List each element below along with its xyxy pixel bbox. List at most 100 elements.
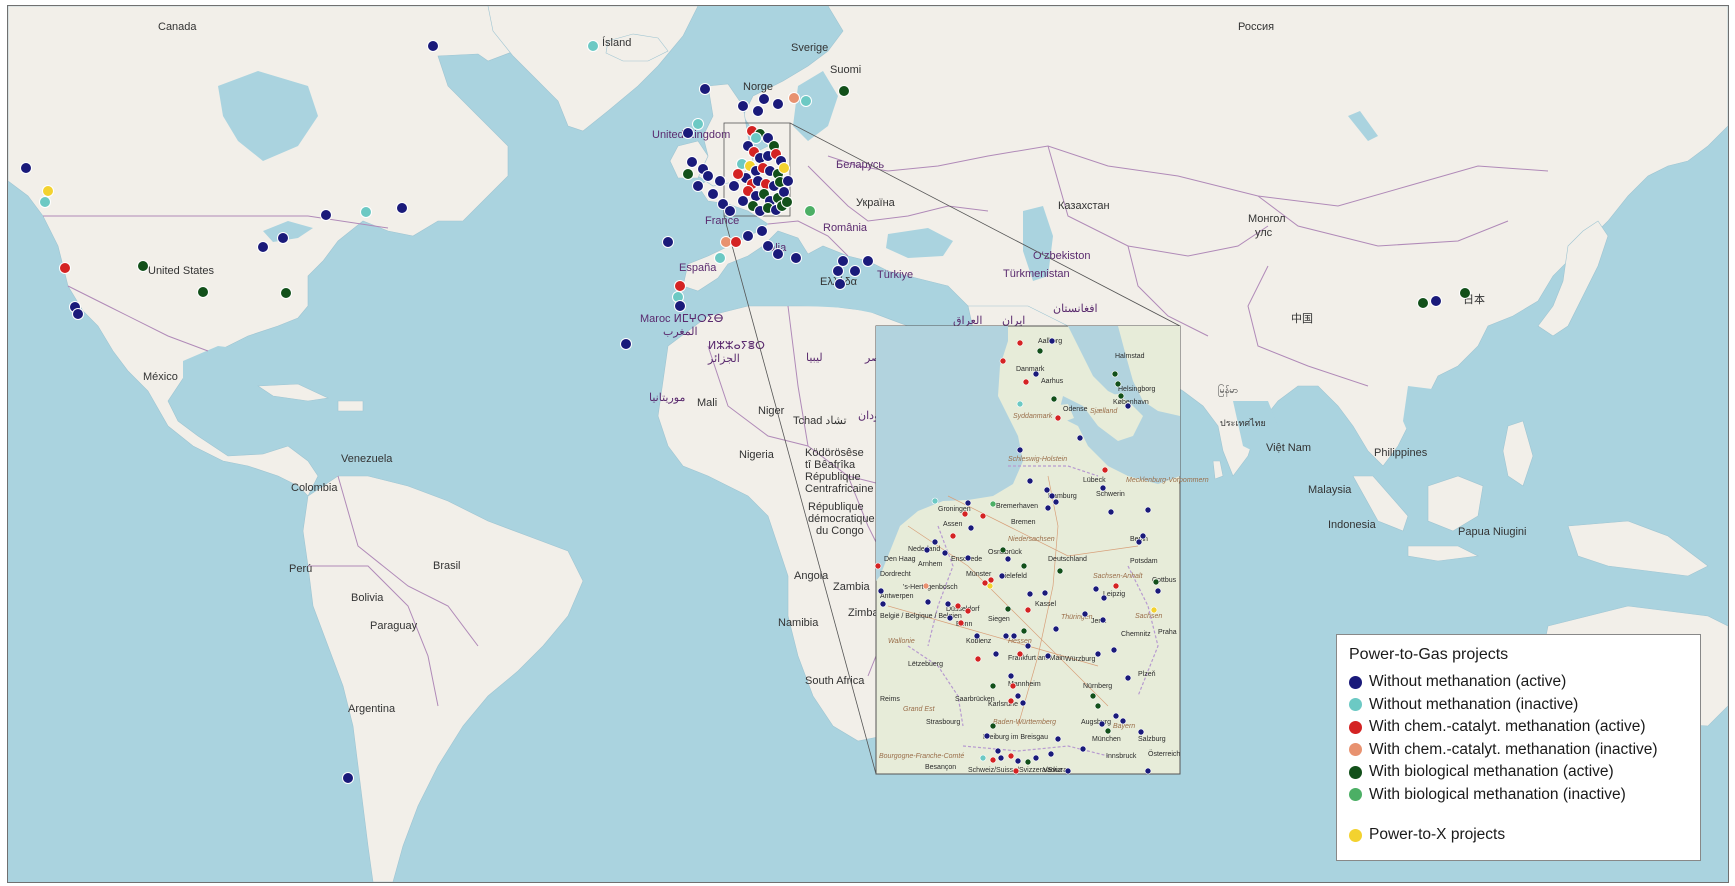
inset-marker-wm-active[interactable] <box>1010 632 1018 640</box>
inset-marker-wm-active[interactable] <box>1032 754 1040 762</box>
inset-marker-wm-active[interactable] <box>1052 625 1060 633</box>
inset-marker-wm-active[interactable] <box>1026 590 1034 598</box>
world-marker-wm-active[interactable] <box>692 180 704 192</box>
world-marker-wm-active[interactable] <box>762 240 774 252</box>
inset-marker-wm-active[interactable] <box>1004 555 1012 563</box>
inset-marker-cc-active[interactable] <box>1022 378 1030 386</box>
inset-marker-bio-active[interactable] <box>1020 627 1028 635</box>
inset-marker-bio-active[interactable] <box>1094 702 1102 710</box>
world-marker-wm-active[interactable] <box>772 248 784 260</box>
inset-marker-bio-active[interactable] <box>1114 380 1122 388</box>
world-marker-cc-active[interactable] <box>59 262 71 274</box>
inset-marker-bio-active[interactable] <box>999 546 1007 554</box>
world-marker-ptx[interactable] <box>778 162 790 174</box>
world-marker-wm-active[interactable] <box>342 772 354 784</box>
world-marker-wm-active[interactable] <box>849 265 861 277</box>
inset-marker-cc-active[interactable] <box>1024 606 1032 614</box>
world-marker-cc-inactive[interactable] <box>720 236 732 248</box>
inset-marker-cc-active[interactable] <box>1009 682 1017 690</box>
world-marker-wm-active[interactable] <box>772 98 784 110</box>
inset-marker-wm-active[interactable] <box>1014 757 1022 765</box>
world-marker-wm-inactive[interactable] <box>39 196 51 208</box>
world-marker-cc-active[interactable] <box>732 168 744 180</box>
inset-marker-wm-active[interactable] <box>944 600 952 608</box>
inset-marker-wm-active[interactable] <box>973 632 981 640</box>
world-marker-wm-active[interactable] <box>702 170 714 182</box>
inset-marker-cc-active[interactable] <box>957 619 965 627</box>
inset-map[interactable]: Aalborg Halmstad Danmark Aarhus Helsingb… <box>874 325 1209 775</box>
inset-marker-bio-active[interactable] <box>1104 727 1112 735</box>
world-marker-wm-active[interactable] <box>277 232 289 244</box>
inset-marker-bio-active[interactable] <box>1056 567 1064 575</box>
inset-marker-cc-active[interactable] <box>1112 582 1120 590</box>
inset-marker-cc-active[interactable] <box>954 602 962 610</box>
inset-marker-wm-active[interactable] <box>1099 616 1107 624</box>
world-marker-wm-active[interactable] <box>662 236 674 248</box>
world-marker-wm-active[interactable] <box>427 40 439 52</box>
inset-marker-cc-active[interactable] <box>1054 414 1062 422</box>
world-marker-wm-active[interactable] <box>620 338 632 350</box>
inset-marker-bio-active[interactable] <box>1024 758 1032 766</box>
inset-marker-wm-active[interactable] <box>1019 699 1027 707</box>
inset-marker-wm-active[interactable] <box>1124 402 1132 410</box>
inset-marker-wm-active[interactable] <box>983 732 991 740</box>
inset-marker-wm-active[interactable] <box>1016 446 1024 454</box>
inset-marker-bio-active[interactable] <box>1004 605 1012 613</box>
inset-marker-wm-active[interactable] <box>1002 632 1010 640</box>
inset-marker-bio-active[interactable] <box>989 722 997 730</box>
inset-marker-wm-active[interactable] <box>1119 717 1127 725</box>
world-marker-wm-active[interactable] <box>782 175 794 187</box>
inset-marker-wm-inactive[interactable] <box>1016 400 1024 408</box>
world-marker-bio-active[interactable] <box>137 260 149 272</box>
world-marker-wm-active[interactable] <box>320 209 332 221</box>
inset-marker-cc-active[interactable] <box>1016 650 1024 658</box>
inset-marker-wm-active[interactable] <box>964 499 972 507</box>
world-marker-bio-active[interactable] <box>682 168 694 180</box>
inset-marker-wm-active[interactable] <box>1112 712 1120 720</box>
inset-marker-cc-active[interactable] <box>979 512 987 520</box>
world-marker-bio-inactive[interactable] <box>804 205 816 217</box>
inset-marker-cc-active[interactable] <box>1012 767 1020 775</box>
inset-marker-ptx[interactable] <box>986 582 994 590</box>
world-marker-wm-active[interactable] <box>832 265 844 277</box>
inset-marker-cc-active[interactable] <box>974 655 982 663</box>
world-marker-wm-active[interactable] <box>686 156 698 168</box>
inset-marker-cc-active[interactable] <box>1016 339 1024 347</box>
world-marker-wm-active[interactable] <box>834 278 846 290</box>
inset-marker-bio-active[interactable] <box>1036 347 1044 355</box>
inset-marker-bio-inactive[interactable] <box>989 500 997 508</box>
world-marker-wm-active[interactable] <box>737 100 749 112</box>
inset-marker-wm-active[interactable] <box>1154 587 1162 595</box>
world-marker-bio-active[interactable] <box>197 286 209 298</box>
inset-marker-wm-active[interactable] <box>1047 750 1055 758</box>
inset-marker-wm-active[interactable] <box>1124 674 1132 682</box>
inset-marker-wm-active[interactable] <box>1044 652 1052 660</box>
inset-marker-bio-active[interactable] <box>989 682 997 690</box>
inset-marker-wm-active[interactable] <box>1024 642 1032 650</box>
world-marker-bio-active[interactable] <box>1417 297 1429 309</box>
inset-marker-wm-active[interactable] <box>964 554 972 562</box>
inset-marker-wm-active[interactable] <box>1079 745 1087 753</box>
world-marker-wm-active[interactable] <box>707 188 719 200</box>
world-marker-wm-active[interactable] <box>257 241 269 253</box>
world-marker-wm-inactive[interactable] <box>587 40 599 52</box>
world-marker-wm-active[interactable] <box>742 230 754 242</box>
inset-marker-bio-active[interactable] <box>1111 370 1119 378</box>
inset-marker-cc-active[interactable] <box>1007 697 1015 705</box>
world-marker-wm-active[interactable] <box>758 93 770 105</box>
inset-marker-cc-active[interactable] <box>949 532 957 540</box>
inset-marker-wm-active[interactable] <box>924 598 932 606</box>
inset-marker-wm-active[interactable] <box>1048 337 1056 345</box>
world-marker-wm-active[interactable] <box>72 308 84 320</box>
inset-marker-wm-active[interactable] <box>1099 484 1107 492</box>
world-marker-wm-active[interactable] <box>20 162 32 174</box>
inset-marker-wm-active[interactable] <box>1054 735 1062 743</box>
inset-marker-wm-active[interactable] <box>1107 508 1115 516</box>
world-marker-ptx[interactable] <box>42 185 54 197</box>
world-marker-wm-active[interactable] <box>699 83 711 95</box>
inset-marker-cc-active[interactable] <box>999 357 1007 365</box>
world-marker-wm-inactive[interactable] <box>714 252 726 264</box>
world-marker-wm-active[interactable] <box>752 105 764 117</box>
world-marker-wm-active[interactable] <box>862 255 874 267</box>
world-marker-wm-active[interactable] <box>837 255 849 267</box>
